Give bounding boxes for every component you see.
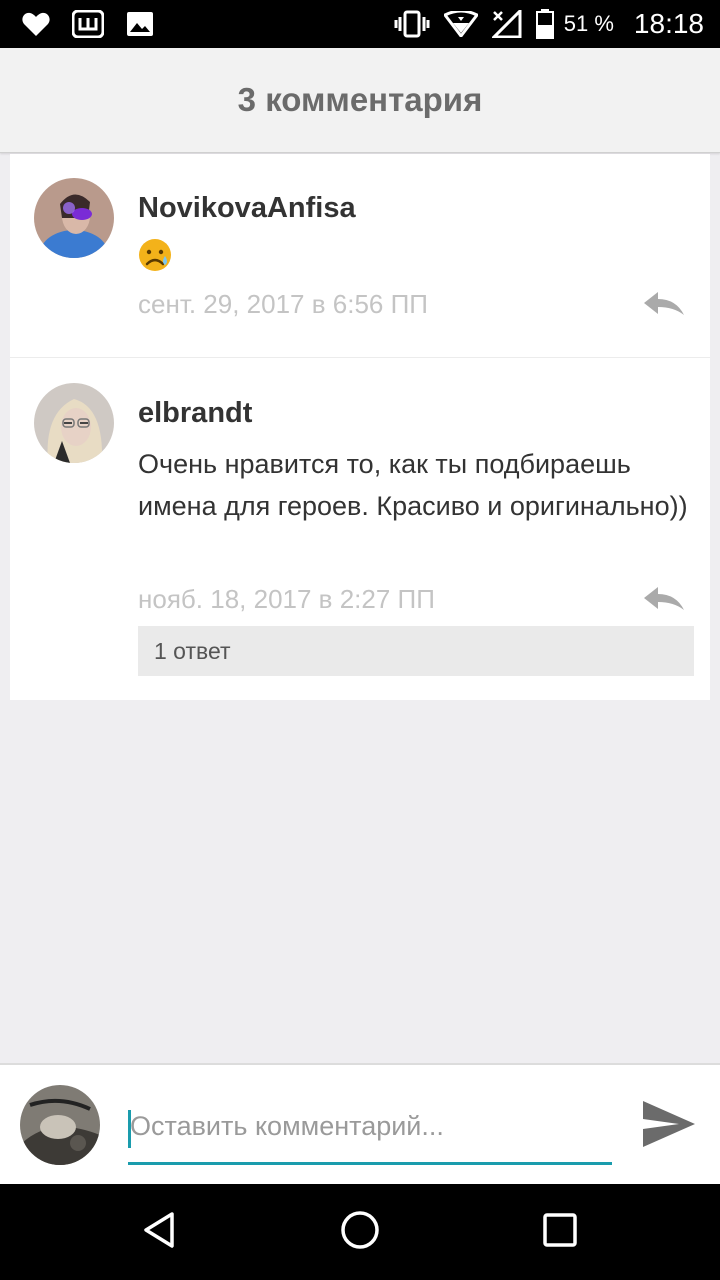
comment-author[interactable]: NovikovaAnfisa [138,192,356,225]
wifi-icon [443,11,478,37]
back-triangle-icon [140,1210,180,1255]
reply-icon[interactable] [642,585,686,613]
show-replies-button[interactable]: 1 ответ [138,626,694,676]
send-button[interactable] [640,1099,698,1153]
status-left [22,10,176,38]
comment-input[interactable] [128,1101,612,1165]
recents-square-icon [540,1210,580,1255]
gallery-icon [126,11,154,37]
back-button[interactable] [130,1202,190,1262]
comment-timestamp: сент. 29, 2017 в 6:56 ПП [138,289,428,319]
send-icon [641,1099,697,1154]
battery-icon [535,9,554,39]
comment-timestamp: нояб. 18, 2017 в 2:27 ПП [138,584,435,614]
system-nav-bar [0,1184,720,1280]
status-bar: 51 % 18:18 [0,0,720,48]
comment-author[interactable]: elbrandt [138,397,252,430]
home-circle-icon [338,1208,382,1257]
avatar[interactable] [34,383,114,463]
battery-percent: 51 % [563,11,614,36]
text-caret [128,1110,131,1148]
avatar [20,1085,100,1165]
comment-composer [0,1063,720,1184]
comments-list: NovikovaAnfisa сент. 29, 2017 в 6:56 ПП [10,154,710,700]
recents-button[interactable] [530,1202,590,1262]
comment-item: NovikovaAnfisa сент. 29, 2017 в 6:56 ПП [10,154,710,358]
vibrate-icon [394,10,430,38]
comment-text: Очень нравится то, как ты подбираешь име… [138,449,688,521]
avatar[interactable] [34,178,114,258]
no-signal-icon [491,10,522,38]
home-button[interactable] [330,1202,390,1262]
clock: 18:18 [633,8,704,39]
app-header: 3 комментария [0,48,720,153]
page-title: 3 комментария [237,81,483,118]
status-right: 51 % 18:18 [380,8,704,40]
reply-icon[interactable] [642,290,686,318]
comment-item: elbrandt Очень нравится то, как ты подби… [10,359,710,700]
heart-icon [22,11,50,37]
app-shortcut-icon [72,10,104,38]
frowning-face-icon [138,238,172,272]
